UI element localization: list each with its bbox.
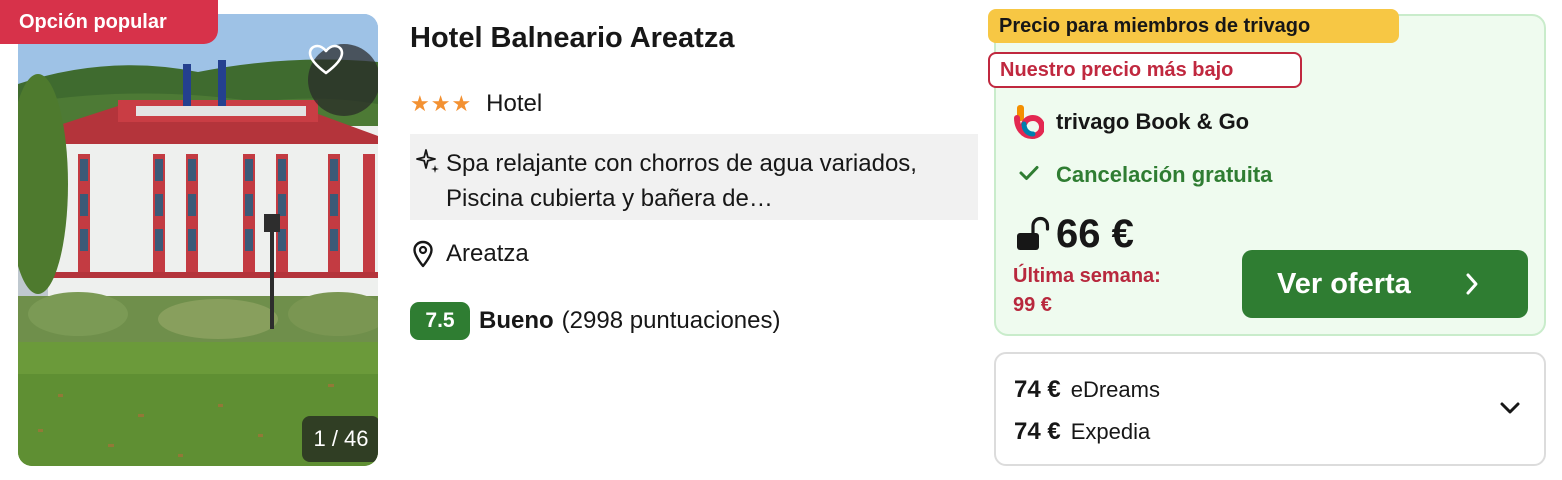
accommodation-type: Hotel [486, 90, 543, 117]
star-rating-icon: ★★★ [410, 91, 473, 116]
hotel-photo[interactable]: 1 / 46 [18, 14, 378, 466]
review-score-row[interactable]: 7.5 Bueno (2998 puntuaciones) [410, 302, 781, 340]
popular-badge: Opción popular [0, 0, 218, 44]
last-week-label: Última semana: [1013, 265, 1161, 287]
offer-price: 74 € [1014, 418, 1061, 445]
deal-price-row: 66 € [1014, 210, 1134, 258]
hotel-name[interactable]: Hotel Balneario Areatza [410, 22, 734, 55]
amenities-highlight: Spa relajante con chorros de agua variad… [410, 134, 978, 220]
cancellation-text: Cancelación gratuita [1056, 162, 1273, 187]
location-row[interactable]: Areatza [410, 236, 529, 272]
rating-count: (2998 puntuaciones) [561, 307, 781, 334]
deal-provider: trivago Book & Go [1014, 104, 1249, 140]
photo-counter: 1 / 46 [302, 416, 378, 462]
view-deal-label: Ver oferta [1277, 267, 1411, 300]
offer-row[interactable]: 74 € Expedia [1014, 418, 1150, 446]
last-week-price: Última semana: 99 € [1013, 262, 1233, 320]
location-text: Areatza [446, 240, 529, 267]
favorite-button[interactable] [308, 44, 378, 116]
chevron-right-icon [1466, 273, 1478, 295]
heart-icon [308, 44, 344, 75]
trivago-logo-icon [1014, 105, 1044, 140]
offer-provider: eDreams [1070, 377, 1160, 402]
location-pin-icon [413, 240, 433, 268]
rating-label: Bueno [479, 307, 554, 334]
last-week-value: 99 € [1013, 294, 1052, 316]
check-icon [1019, 165, 1039, 180]
view-deal-button[interactable]: Ver oferta [1242, 250, 1528, 318]
member-price-badge: Precio para miembros de trivago [988, 9, 1399, 43]
rating-score-badge: 7.5 [410, 302, 470, 340]
free-cancellation: Cancelación gratuita [1018, 160, 1272, 190]
chevron-down-icon[interactable] [1498, 400, 1522, 416]
deal-price: 66 € [1056, 211, 1134, 256]
amenities-text: Spa relajante con chorros de agua variad… [446, 150, 917, 212]
offer-price: 74 € [1014, 376, 1061, 403]
other-offers-dropdown[interactable]: 74 € eDreams 74 € Expedia [994, 352, 1546, 466]
hotel-classification: ★★★ Hotel [410, 88, 542, 120]
lock-open-icon [1017, 216, 1050, 250]
sparkle-icon [416, 149, 439, 173]
offer-row[interactable]: 74 € eDreams [1014, 376, 1160, 404]
lowest-price-badge: Nuestro precio más bajo [988, 52, 1302, 88]
provider-name: trivago Book & Go [1056, 109, 1250, 134]
hotel-result-card[interactable]: 1 / 46 Opción popular Hotel Balneario Ar… [0, 0, 1562, 480]
offer-provider: Expedia [1070, 419, 1151, 444]
